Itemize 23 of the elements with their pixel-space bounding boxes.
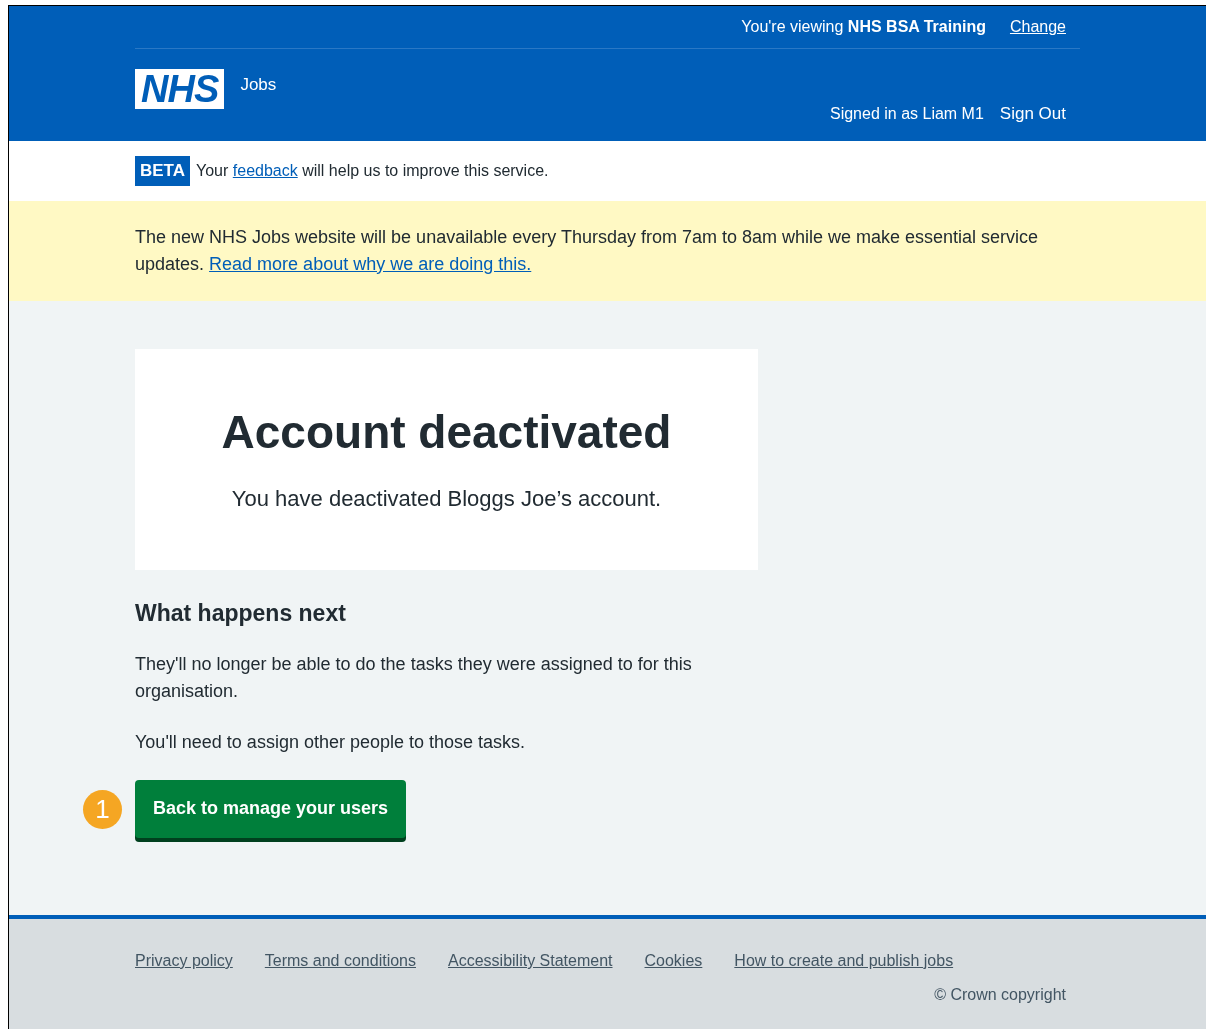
feedback-link[interactable]: feedback xyxy=(232,162,298,179)
body-paragraph: They'll no longer be able to do the tasks they were assigned to for this organisation. xyxy=(135,652,693,703)
change-link[interactable]: Change xyxy=(1009,15,1066,39)
beta-tag: BETA xyxy=(135,156,190,186)
copyright-text: © Crown copyright xyxy=(934,985,1066,1005)
confirmation-body: You have deactivated Bloggs Joe’s account. xyxy=(231,484,662,513)
maintenance-notice: The new NHS Jobs website will be unavailable every Thursday from 7am to 8am while we make essential service updates. Read more about why we are doing this. xyxy=(135,226,1040,276)
sign-out-link[interactable]: Sign Out xyxy=(999,101,1066,127)
footer-link[interactable]: How to create and publish jobs xyxy=(734,949,954,973)
step-marker: 1 xyxy=(83,789,122,829)
beta-feedback-text: Your feedback will help us to improve this service. xyxy=(196,161,549,181)
footer-link[interactable]: Accessibility Statement xyxy=(448,949,613,973)
footer-link[interactable]: Terms and conditions xyxy=(264,949,416,973)
body-paragraph: You'll need to assign other people to those tasks. xyxy=(135,730,527,754)
organisation-text: You're viewing NHS BSA Training xyxy=(741,17,986,37)
confirmation-title: Account deactivated xyxy=(221,405,672,461)
signed-in-text: Signed in as Liam M1 xyxy=(830,103,984,124)
footer-link[interactable]: Privacy policy xyxy=(135,949,233,973)
section-heading: What happens next xyxy=(135,599,347,628)
read-more-link[interactable]: Read more about why we are doing this. xyxy=(209,254,532,274)
nhs-logo[interactable]: NHS xyxy=(135,69,225,109)
footer-link[interactable]: Cookies xyxy=(644,949,703,973)
service-name: Jobs xyxy=(240,74,277,97)
